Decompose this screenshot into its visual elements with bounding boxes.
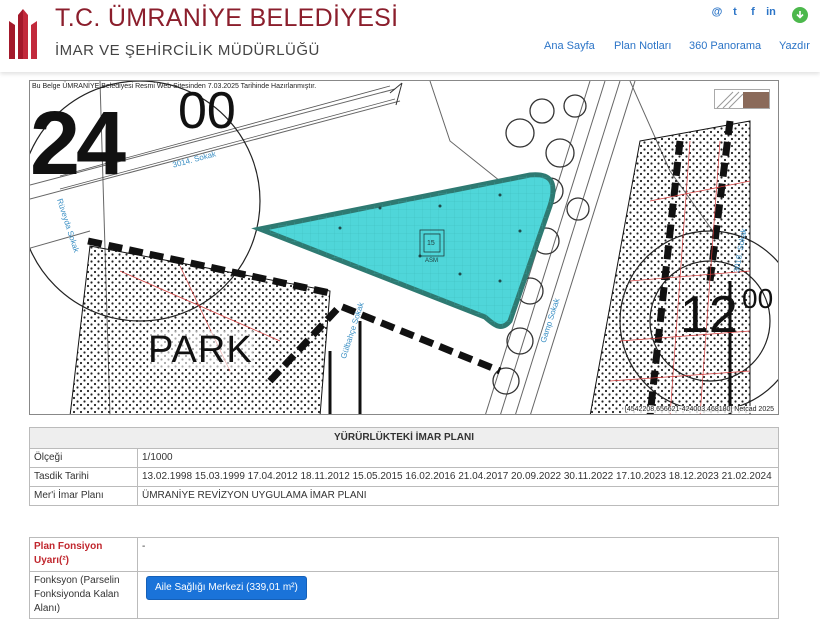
map-coordinates: [4542208.656621-424003.468180] Netcad 20… [622, 406, 776, 413]
function-table: Plan Fonsiyon Uyarı(²) - Fonksyon (Parse… [29, 537, 779, 619]
linkedin-icon[interactable]: in [765, 6, 777, 18]
row-label-current-plan: Mer'i İmar Planı [29, 486, 138, 506]
facebook-icon[interactable]: f [747, 6, 759, 18]
function-area-button[interactable]: Aile Sağlığı Merkezi (339,01 m²) [146, 576, 307, 600]
map-canvas[interactable] [30, 81, 779, 415]
row-label-approval-dates: Tasdik Tarihi [29, 467, 138, 487]
map-generated-note: Bu Belge ÜMRANİYE Belediyesi Resmi Web S… [32, 83, 317, 90]
map-grid-number-left: 24 [30, 94, 126, 194]
nav-360-panorama[interactable]: 360 Panorama [689, 40, 761, 52]
map-label-parcel-no: 15 [427, 240, 435, 247]
nav-home[interactable]: Ana Sayfa [544, 40, 595, 52]
map-label-park: PARK [148, 329, 253, 371]
function-value-cell: Aile Sağlığı Merkezi (339,01 m²) [137, 571, 779, 619]
row-value-current-plan: ÜMRANİYE REVİZYON UYGULAMA İMAR PLANI [137, 486, 779, 506]
layers-icon [716, 91, 769, 109]
nav-print[interactable]: Yazdır [779, 40, 810, 52]
download-icon[interactable] [792, 7, 808, 23]
site-title[interactable]: T.C. ÜMRANİYE BELEDİYESİ [55, 4, 398, 33]
map-grid-superscript-right: 00 [742, 283, 774, 314]
social-links: @ t f in [711, 6, 777, 18]
row-label-scale: Ölçeği [29, 448, 138, 468]
plan-function-warning-label: Plan Fonsiyon Uyarı(²) [29, 537, 138, 572]
map-label-asm: ASM [425, 258, 439, 264]
zoning-map[interactable]: 24 00 12 00 PARK 15 ASM 3014. Sokak Rüve… [29, 80, 779, 415]
function-label: Fonksyon (Parselin Fonksiyonda Kalan Ala… [29, 571, 138, 619]
plan-function-warning-value: - [137, 537, 779, 572]
zoning-plan-table: YÜRÜRLÜKTEKİ İMAR PLANI Ölçeği 1/1000 Ta… [29, 427, 779, 506]
row-value-approval-dates: 13.02.1998 15.03.1999 17.04.2012 18.11.2… [137, 467, 779, 487]
layer-toggle-button[interactable] [714, 89, 770, 109]
map-grid-superscript-left: 00 [178, 82, 236, 140]
site-subtitle: İMAR VE ŞEHİRCİLİK MÜDÜRLÜĞÜ [55, 42, 320, 59]
email-icon[interactable]: @ [711, 6, 723, 18]
row-value-scale: 1/1000 [137, 448, 779, 468]
map-grid-number-right: 12 [680, 286, 738, 344]
plan-table-header: YÜRÜRLÜKTEKİ İMAR PLANI [29, 427, 779, 449]
table-row: Tasdik Tarihi 13.02.1998 15.03.1999 17.0… [29, 467, 779, 487]
table-row: Ölçeği 1/1000 [29, 448, 779, 468]
table-row: Mer'i İmar Planı ÜMRANİYE REVİZYON UYGUL… [29, 486, 779, 506]
twitter-icon[interactable]: t [729, 6, 741, 18]
site-header: T.C. ÜMRANİYE BELEDİYESİ İMAR VE ŞEHİRCİ… [0, 0, 820, 72]
municipality-logo[interactable] [5, 7, 41, 63]
table-row: Fonksyon (Parselin Fonksiyonda Kalan Ala… [29, 571, 779, 619]
table-row: Plan Fonsiyon Uyarı(²) - [29, 537, 779, 572]
nav-plan-notes[interactable]: Plan Notları [614, 40, 671, 52]
